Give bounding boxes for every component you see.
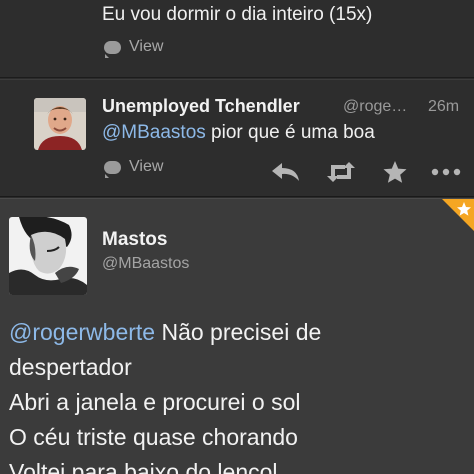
tweet-text: Eu vou dormir o dia inteiro (15x) [102, 4, 373, 25]
timeline-tweet-previous[interactable]: Eu vou dormir o dia inteiro (15x) View [0, 0, 474, 78]
reply-icon [272, 163, 299, 181]
mention-link[interactable]: @rogerwberte [9, 319, 155, 345]
tweet-text: @rogerwberte Não precisei de despertador… [9, 315, 469, 474]
favorited-star-icon [442, 199, 474, 231]
author-name[interactable]: Mastos [102, 229, 167, 251]
more-options-button[interactable] [431, 152, 461, 192]
view-conversation-link[interactable]: View [104, 38, 164, 58]
tweet-timestamp[interactable]: 26m [428, 98, 459, 116]
tweet-line: Não precisei de [155, 319, 322, 345]
view-label: View [129, 38, 164, 55]
reply-button[interactable] [270, 152, 302, 192]
tweet-text: @MBaastos pior que é uma boa [102, 122, 375, 144]
speech-bubble-icon [104, 40, 121, 58]
view-label: View [129, 158, 164, 175]
timeline-tweet-reply[interactable]: Unemployed Tchendler @roge… 26m @MBaasto… [0, 79, 474, 197]
tweet-line: Abri a janela e procurei o sol [9, 389, 301, 415]
author-handle[interactable]: @roge… [343, 98, 407, 116]
star-icon [383, 161, 407, 183]
author-handle[interactable]: @MBaastos [102, 255, 189, 273]
focused-tweet[interactable]: Mastos @MBaastos @rogerwberte Não precis… [0, 198, 474, 474]
tweet-line: despertador [9, 354, 132, 380]
mention-link[interactable]: @MBaastos [102, 122, 206, 143]
more-icon [431, 168, 461, 176]
avatar[interactable] [9, 217, 87, 295]
author-name[interactable]: Unemployed Tchendler [102, 96, 300, 117]
tweet-line: O céu triste quase chorando [9, 424, 298, 450]
view-conversation-link[interactable]: View [104, 158, 164, 178]
retweet-button[interactable] [325, 152, 357, 192]
retweet-icon [327, 162, 355, 182]
tweet-text-content: pior que é uma boa [205, 122, 375, 143]
speech-bubble-icon [104, 160, 121, 178]
favorite-button[interactable] [382, 152, 408, 192]
avatar[interactable] [34, 98, 86, 150]
tweet-line: Voltei para baixo do lençol [9, 459, 278, 474]
